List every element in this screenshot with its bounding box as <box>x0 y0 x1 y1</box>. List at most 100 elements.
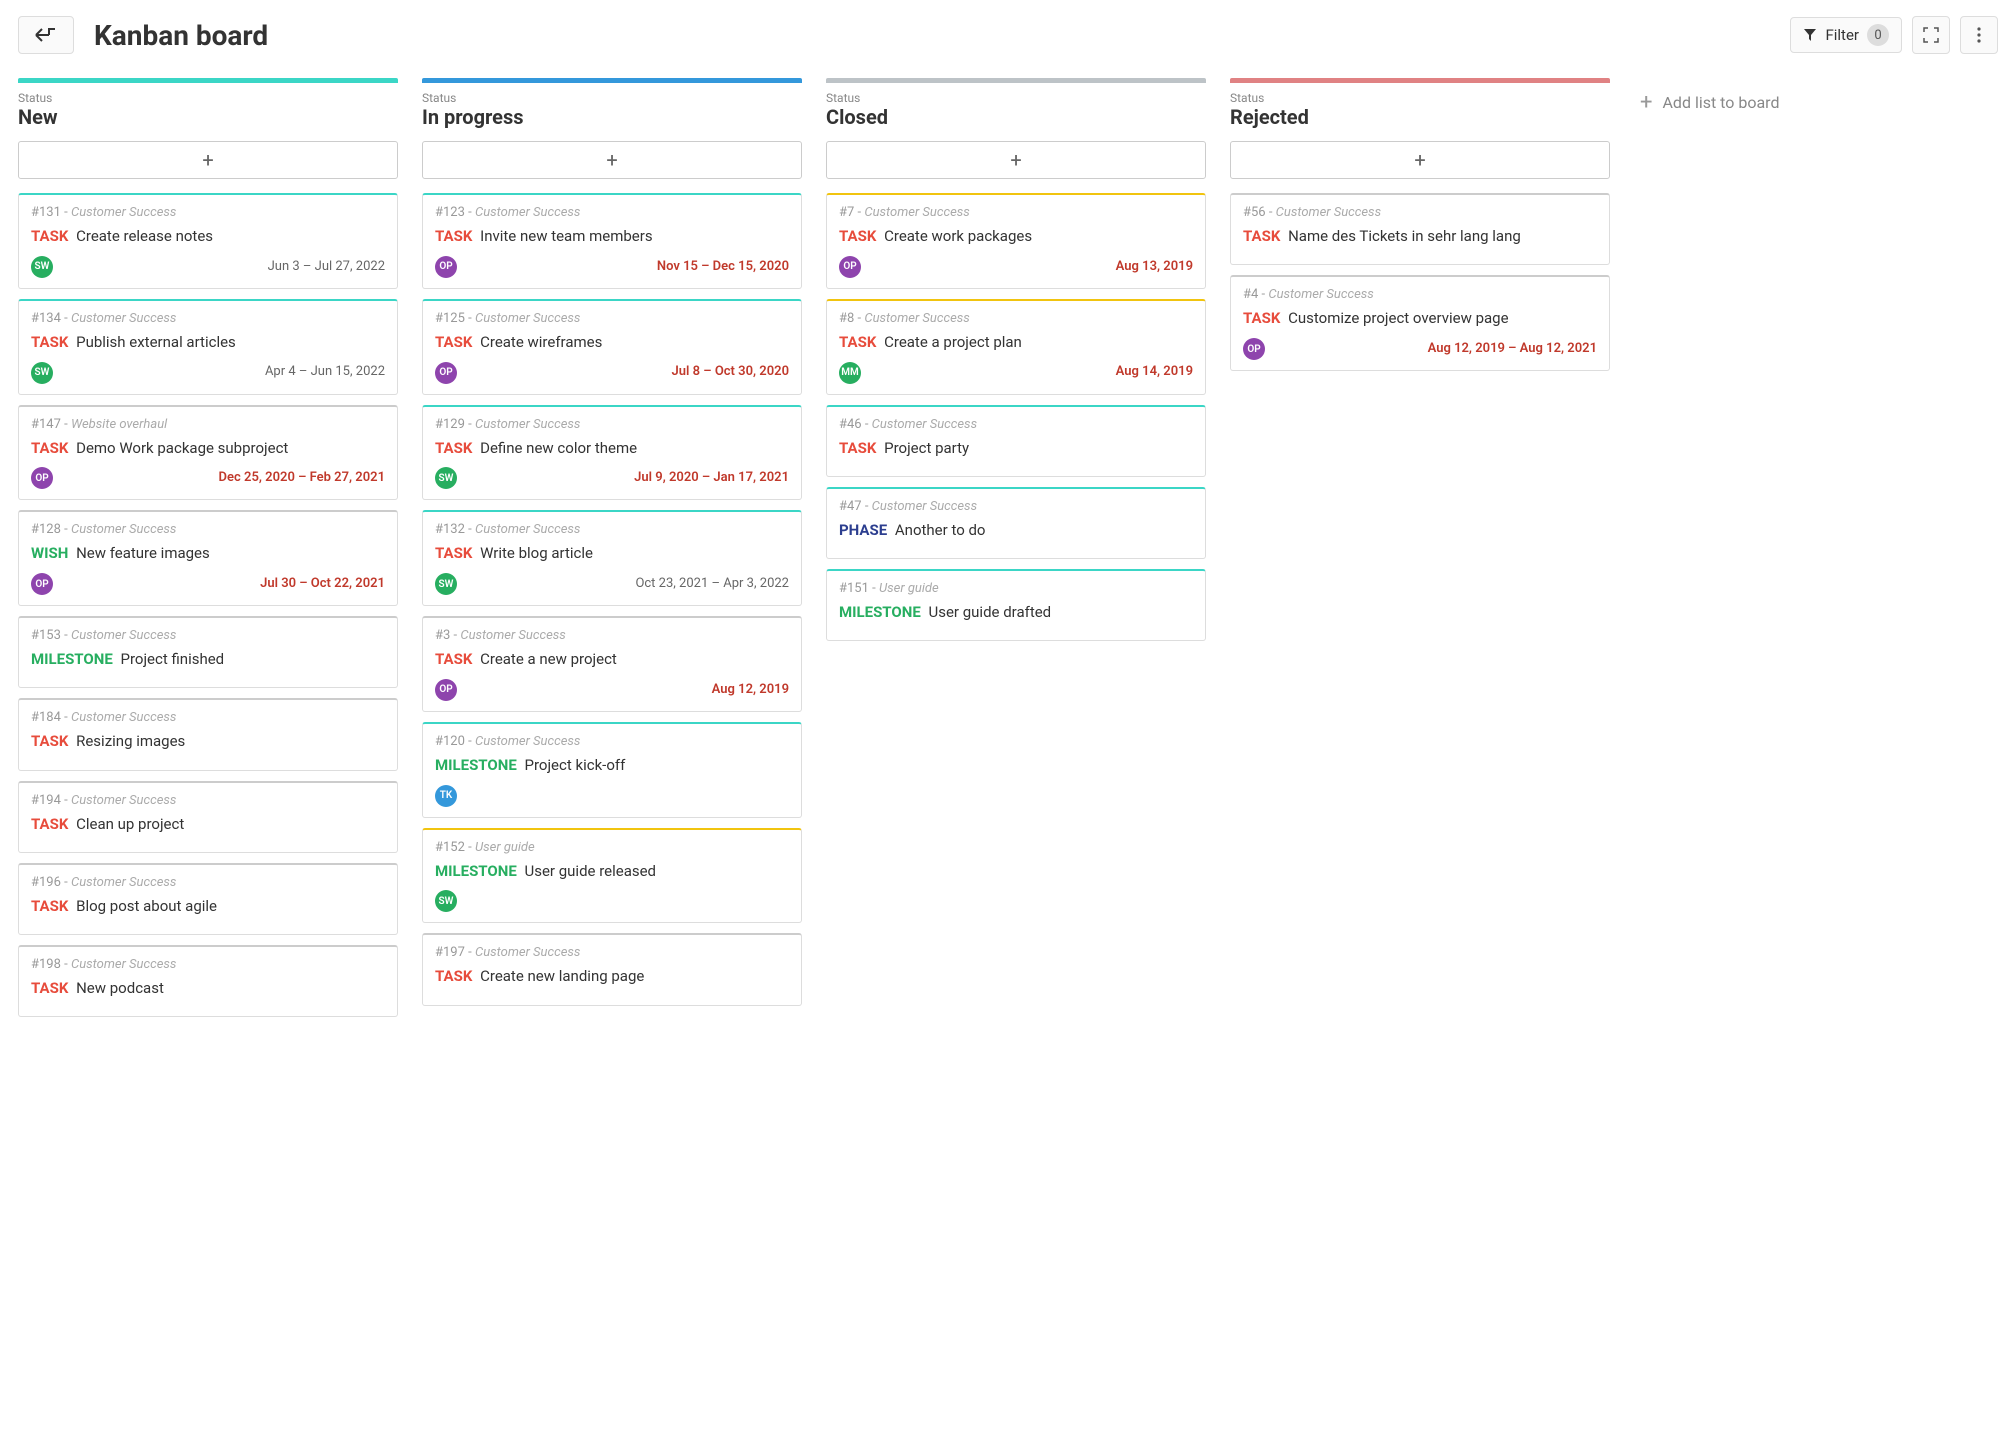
kanban-card[interactable]: #152 - User guideMILESTONE User guide re… <box>422 828 802 924</box>
avatar[interactable]: OP <box>435 679 457 701</box>
card-id: #128 <box>31 522 61 537</box>
card-title: Create a new project <box>480 650 617 668</box>
add-card-button[interactable]: + <box>18 141 398 179</box>
filter-icon <box>1803 28 1817 42</box>
avatar[interactable]: OP <box>435 256 457 278</box>
card-title: Project party <box>884 439 969 457</box>
kanban-card[interactable]: #197 - Customer SuccessTASK Create new l… <box>422 933 802 1005</box>
kanban-card[interactable]: #198 - Customer SuccessTASK New podcast <box>18 945 398 1017</box>
card-title: Create release notes <box>76 227 213 245</box>
avatar[interactable]: OP <box>435 362 457 384</box>
card-type: TASK <box>31 333 68 351</box>
filter-button[interactable]: Filter 0 <box>1790 17 1902 53</box>
kanban-card[interactable]: #123 - Customer SuccessTASK Invite new t… <box>422 193 802 289</box>
card-project: Customer Success <box>1276 205 1381 220</box>
card-meta: #134 - Customer Success <box>31 311 385 326</box>
kanban-card[interactable]: #129 - Customer SuccessTASK Define new c… <box>422 405 802 501</box>
kanban-card[interactable]: #8 - Customer SuccessTASK Create a proje… <box>826 299 1206 395</box>
card-project: Customer Success <box>475 311 580 326</box>
kanban-card[interactable]: #47 - Customer SuccessPHASE Another to d… <box>826 487 1206 559</box>
column-title[interactable]: Closed <box>826 105 1206 129</box>
card-meta: #128 - Customer Success <box>31 522 385 537</box>
kanban-card[interactable]: #184 - Customer SuccessTASK Resizing ima… <box>18 698 398 770</box>
avatar[interactable]: SW <box>31 256 53 278</box>
kanban-card[interactable]: #120 - Customer SuccessMILESTONE Project… <box>422 722 802 818</box>
card-meta: #125 - Customer Success <box>435 311 789 326</box>
column-title[interactable]: Rejected <box>1230 105 1610 129</box>
kanban-card[interactable]: #196 - Customer SuccessTASK Blog post ab… <box>18 863 398 935</box>
card-id: #120 <box>435 734 465 749</box>
add-card-button[interactable]: + <box>422 141 802 179</box>
card-id: #47 <box>839 499 862 514</box>
card-type: TASK <box>31 897 68 915</box>
avatar[interactable]: OP <box>1243 338 1265 360</box>
avatar[interactable]: OP <box>839 256 861 278</box>
avatar[interactable]: SW <box>435 890 457 912</box>
plus-icon: + <box>1010 148 1021 172</box>
kanban-card[interactable]: #46 - Customer SuccessTASK Project party <box>826 405 1206 477</box>
card-title-row: TASK Clean up project <box>31 814 385 834</box>
page-title: Kanban board <box>94 19 1770 52</box>
kanban-card[interactable]: #7 - Customer SuccessTASK Create work pa… <box>826 193 1206 289</box>
column-title[interactable]: In progress <box>422 105 802 129</box>
card-id: #184 <box>31 710 61 725</box>
kanban-card[interactable]: #125 - Customer SuccessTASK Create wiref… <box>422 299 802 395</box>
column-title[interactable]: New <box>18 105 398 129</box>
kanban-card[interactable]: #131 - Customer SuccessTASK Create relea… <box>18 193 398 289</box>
card-id: #152 <box>435 840 465 855</box>
kanban-card[interactable]: #3 - Customer SuccessTASK Create a new p… <box>422 616 802 712</box>
kanban-card[interactable]: #128 - Customer Success WISH New feature … <box>18 510 398 606</box>
column-status-label: Status <box>422 91 802 105</box>
card-date: Jul 30 – Oct 22, 2021 <box>260 576 385 591</box>
avatar[interactable]: OP <box>31 467 53 489</box>
board-column: StatusNew + #131 - Customer SuccessTASK Cr… <box>18 78 398 1027</box>
card-meta: #120 - Customer Success <box>435 734 789 749</box>
card-type: TASK <box>435 439 472 457</box>
card-id: #194 <box>31 793 61 808</box>
card-project: Customer Success <box>475 205 580 220</box>
avatar[interactable]: TK <box>435 785 457 807</box>
back-button[interactable] <box>18 16 74 54</box>
topbar-actions: Filter 0 <box>1790 16 1998 54</box>
avatar[interactable]: MM <box>839 362 861 384</box>
card-title-row: WISH New feature images <box>31 543 385 563</box>
card-title-row: TASK Define new color theme <box>435 438 789 458</box>
kanban-card[interactable]: #147 - Website overhaulTASK Demo Work pa… <box>18 405 398 501</box>
card-project: Customer Success <box>71 710 176 725</box>
kanban-card[interactable]: #56 - Customer SuccessTASK Name des Tick… <box>1230 193 1610 265</box>
card-id: #56 <box>1243 205 1266 220</box>
avatar[interactable]: SW <box>435 467 457 489</box>
card-footer: SWOct 23, 2021 – Apr 3, 2022 <box>435 572 789 596</box>
card-id: #4 <box>1243 287 1258 302</box>
filter-label: Filter <box>1825 26 1859 44</box>
card-project: Customer Success <box>872 417 977 432</box>
kanban-card[interactable]: #132 - Customer SuccessTASK Write blog a… <box>422 510 802 606</box>
card-footer: SWJun 3 – Jul 27, 2022 <box>31 254 385 278</box>
avatar[interactable]: SW <box>435 573 457 595</box>
card-title-row: TASK Create a project plan <box>839 332 1193 352</box>
card-date: Nov 15 – Dec 15, 2020 <box>657 259 789 274</box>
card-project: Customer Success <box>71 522 176 537</box>
card-title-row: PHASE Another to do <box>839 520 1193 540</box>
kanban-card[interactable]: #134 - Customer SuccessTASK Publish exte… <box>18 299 398 395</box>
add-list-button[interactable]: +Add list to board <box>1634 78 1785 127</box>
card-meta: #132 - Customer Success <box>435 522 789 537</box>
card-id: #46 <box>839 417 862 432</box>
card-type: MILESTONE <box>435 756 517 774</box>
kanban-card[interactable]: #4 - Customer SuccessTASK Customize proj… <box>1230 275 1610 371</box>
card-type: TASK <box>435 544 472 562</box>
kanban-card[interactable]: #194 - Customer SuccessTASK Clean up pro… <box>18 781 398 853</box>
card-id: #134 <box>31 311 61 326</box>
kanban-card[interactable]: #151 - User guideMILESTONE User guide dr… <box>826 569 1206 641</box>
column-status-label: Status <box>18 91 398 105</box>
add-card-button[interactable]: + <box>826 141 1206 179</box>
filter-count: 0 <box>1867 24 1889 46</box>
add-card-button[interactable]: + <box>1230 141 1610 179</box>
more-menu-button[interactable] <box>1960 16 1998 54</box>
card-footer: SWApr 4 – Jun 15, 2022 <box>31 360 385 384</box>
board-column: StatusRejected+#56 - Customer SuccessTAS… <box>1230 78 1610 381</box>
kanban-card[interactable]: #153 - Customer SuccessMILESTONE Project… <box>18 616 398 688</box>
fullscreen-button[interactable] <box>1912 16 1950 54</box>
avatar[interactable]: SW <box>31 362 53 384</box>
avatar[interactable]: OP <box>31 573 53 595</box>
